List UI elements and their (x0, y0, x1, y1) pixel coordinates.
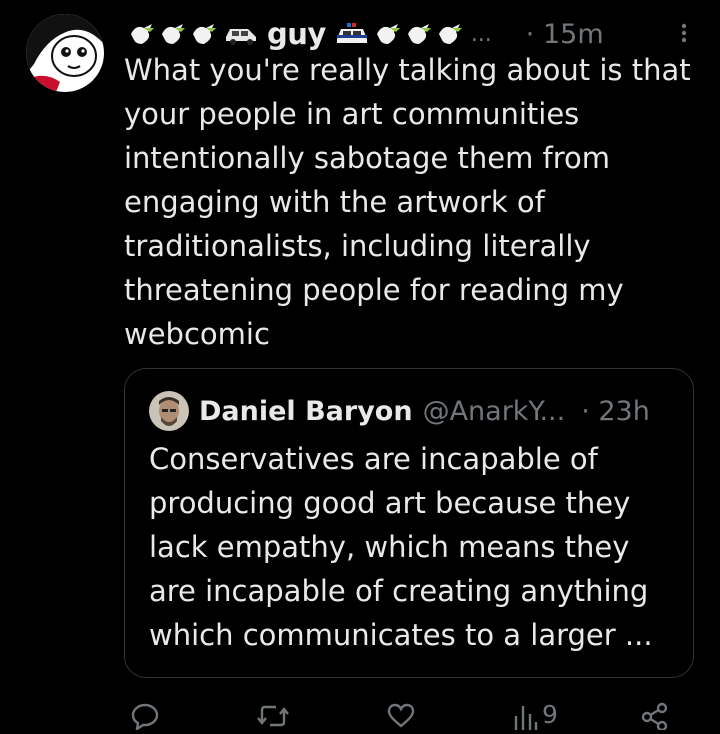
views-icon (512, 702, 538, 734)
author-display-name[interactable]: guy (267, 17, 326, 51)
dove-icon (159, 20, 187, 48)
views-count: 9 (542, 700, 558, 729)
author-avatar[interactable] (26, 14, 104, 92)
quoted-author-handle: @AnarkY... (422, 395, 566, 427)
share-button[interactable] (640, 702, 670, 732)
reply-icon (130, 702, 160, 734)
dove-icon (128, 20, 156, 48)
quoted-tweet-text: Conservatives are incapable of producing… (149, 442, 653, 652)
retweet-button[interactable] (256, 702, 290, 732)
quoted-tweet-timestamp: · 23h (581, 395, 650, 427)
retweet-icon (256, 702, 290, 734)
tweet-timestamp[interactable]: · 15m (526, 19, 604, 50)
views-button[interactable]: 9 (512, 702, 558, 732)
heart-icon (386, 702, 416, 734)
author-name-group[interactable]: guy ... (128, 17, 492, 51)
more-options-icon[interactable] (678, 14, 690, 52)
quoted-tweet[interactable]: Daniel Baryon @AnarkY... · 23h Conservat… (124, 368, 694, 678)
quoted-tweet-header: Daniel Baryon @AnarkY... · 23h (149, 389, 650, 433)
tweet-text: What you're really talking about is that… (124, 53, 700, 351)
dove-icon (374, 20, 402, 48)
dove-icon (405, 20, 433, 48)
police-car-icon (335, 23, 369, 45)
car-icon (224, 23, 258, 45)
dove-icon (190, 20, 218, 48)
like-button[interactable] (386, 702, 416, 732)
dove-icon (436, 20, 464, 48)
name-truncation: ... (470, 21, 492, 47)
tweet-action-bar: 9 (0, 700, 720, 732)
quoted-author-avatar (149, 391, 189, 431)
share-icon (640, 702, 670, 734)
reply-button[interactable] (130, 702, 160, 732)
quoted-author-name: Daniel Baryon (199, 395, 413, 427)
